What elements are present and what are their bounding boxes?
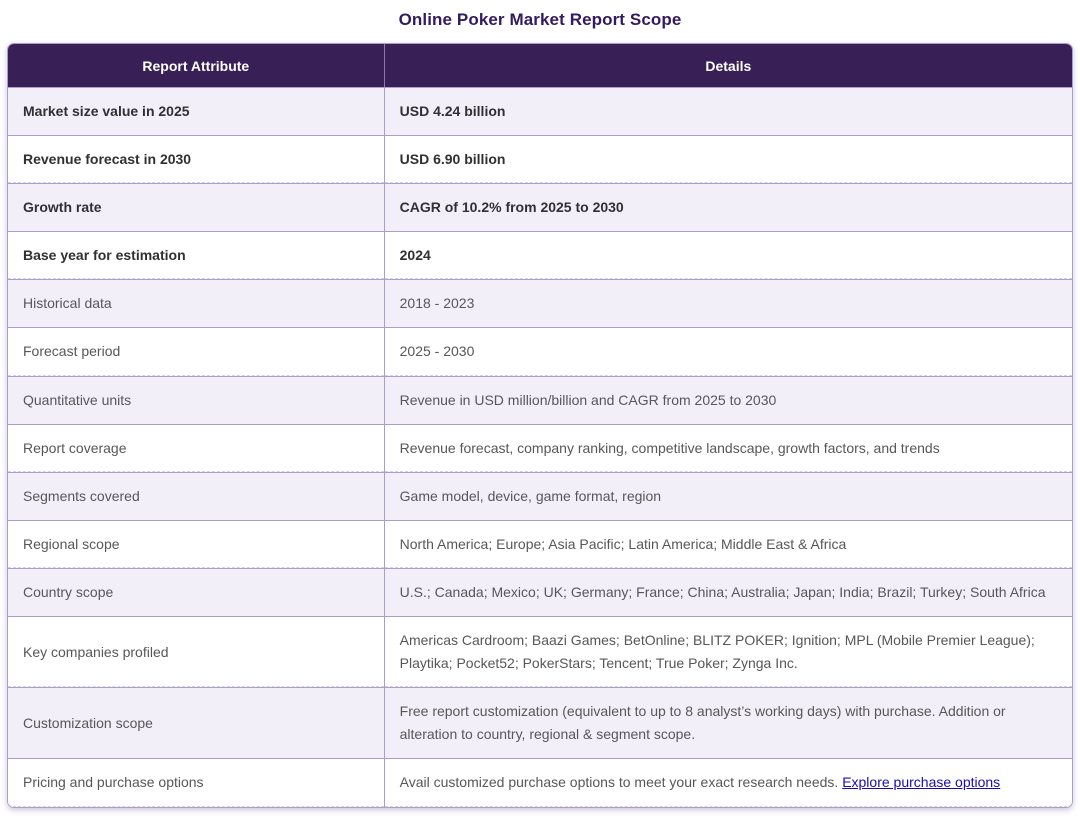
attribute-cell: Segments covered bbox=[8, 471, 385, 520]
table-row-pricing-options: Pricing and purchase options Avail custo… bbox=[8, 758, 1072, 807]
details-cell: USD 4.24 billion bbox=[384, 87, 1072, 136]
details-cell: Game model, device, game format, region bbox=[384, 471, 1072, 520]
attribute-cell: Base year for estimation bbox=[8, 231, 385, 280]
attribute-cell: Historical data bbox=[8, 279, 385, 328]
details-cell: Avail customized purchase options to mee… bbox=[384, 758, 1072, 807]
page: Online Poker Market Report Scope Report … bbox=[0, 0, 1080, 818]
attribute-cell: Revenue forecast in 2030 bbox=[8, 135, 385, 184]
attribute-cell: Key companies profiled bbox=[8, 616, 385, 688]
details-cell: U.S.; Canada; Mexico; UK; Germany; Franc… bbox=[384, 567, 1072, 617]
details-cell: Americas Cardroom; Baazi Games; BetOnlin… bbox=[384, 616, 1072, 688]
details-cell: Revenue in USD million/billion and CAGR … bbox=[384, 375, 1072, 424]
column-header-attribute: Report Attribute bbox=[8, 44, 385, 87]
table-row-quantitative-units: Quantitative units Revenue in USD millio… bbox=[8, 375, 1072, 424]
table-row-base-year: Base year for estimation 2024 bbox=[8, 231, 1072, 280]
attribute-cell: Regional scope bbox=[8, 519, 385, 569]
details-cell: North America; Europe; Asia Pacific; Lat… bbox=[384, 519, 1072, 569]
table-row-forecast-period: Forecast period 2025 - 2030 bbox=[8, 327, 1072, 376]
details-cell: CAGR of 10.2% from 2025 to 2030 bbox=[384, 183, 1072, 232]
details-cell: 2025 - 2030 bbox=[384, 327, 1072, 376]
table-row-historical-data: Historical data 2018 - 2023 bbox=[8, 279, 1072, 328]
details-cell: Revenue forecast, company ranking, compe… bbox=[384, 423, 1072, 472]
explore-purchase-options-link[interactable]: Explore purchase options bbox=[842, 774, 1000, 790]
attribute-cell: Market size value in 2025 bbox=[8, 87, 385, 136]
table-row-regional-scope: Regional scope North America; Europe; As… bbox=[8, 519, 1072, 569]
details-cell: Free report customization (equivalent to… bbox=[384, 687, 1072, 759]
attribute-cell: Forecast period bbox=[8, 327, 385, 376]
details-cell: 2018 - 2023 bbox=[384, 279, 1072, 328]
attribute-cell: Country scope bbox=[8, 567, 385, 617]
table-row-country-scope: Country scope U.S.; Canada; Mexico; UK; … bbox=[8, 567, 1072, 617]
report-scope-table: Report Attribute Details Market size val… bbox=[7, 43, 1073, 808]
attribute-cell: Report coverage bbox=[8, 423, 385, 472]
table-row-segments-covered: Segments covered Game model, device, gam… bbox=[8, 471, 1072, 520]
attribute-cell: Pricing and purchase options bbox=[8, 758, 385, 807]
table-header-row: Report Attribute Details bbox=[8, 44, 1072, 87]
table-row-key-companies: Key companies profiled Americas Cardroom… bbox=[8, 616, 1072, 688]
table-row-revenue-forecast: Revenue forecast in 2030 USD 6.90 billio… bbox=[8, 135, 1072, 184]
details-text: Avail customized purchase options to mee… bbox=[399, 774, 839, 791]
column-header-details: Details bbox=[384, 44, 1072, 87]
table-row-market-size: Market size value in 2025 USD 4.24 billi… bbox=[8, 87, 1072, 136]
table-row-growth-rate: Growth rate CAGR of 10.2% from 2025 to 2… bbox=[8, 183, 1072, 232]
attribute-cell: Growth rate bbox=[8, 183, 385, 232]
page-title: Online Poker Market Report Scope bbox=[398, 10, 682, 29]
attribute-cell: Quantitative units bbox=[8, 375, 385, 424]
table-row-report-coverage: Report coverage Revenue forecast, compan… bbox=[8, 423, 1072, 472]
details-cell: USD 6.90 billion bbox=[384, 135, 1072, 184]
details-cell: 2024 bbox=[384, 231, 1072, 280]
attribute-cell: Customization scope bbox=[8, 687, 385, 759]
table-row-customization-scope: Customization scope Free report customiz… bbox=[8, 687, 1072, 759]
